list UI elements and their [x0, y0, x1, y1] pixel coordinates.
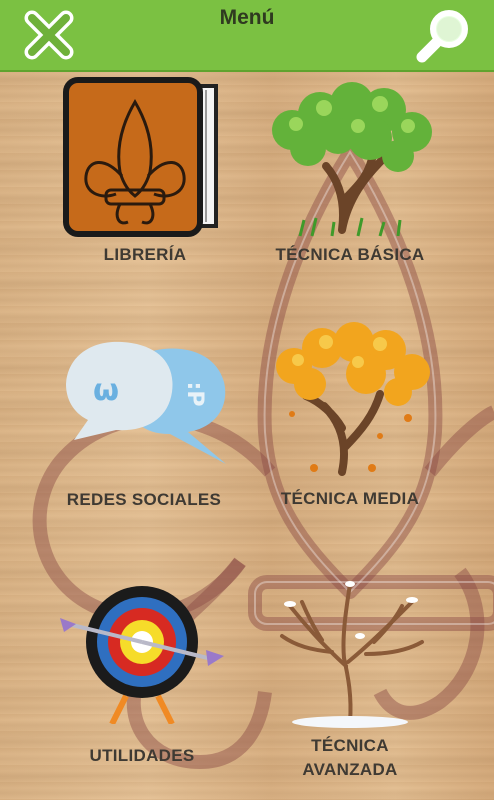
menu-label: UTILIDADES [89, 746, 195, 765]
menu-label-line-1: TÉCNICA [311, 736, 389, 755]
target-icon [60, 586, 224, 724]
menu-item-redes-sociales[interactable]: ω :P REDES SOCIALES [52, 336, 236, 526]
emoticon-tongue: :P [182, 382, 207, 407]
winter-tree-icon [280, 581, 424, 728]
chat-bubbles-icon: ω :P [66, 341, 226, 464]
emoticon-face: ω [93, 373, 119, 408]
search-icon [416, 10, 468, 63]
menu-label: TÉCNICA BÁSICA [275, 245, 425, 264]
book-icon [63, 77, 218, 237]
menu-item-tecnica-media[interactable]: TÉCNICA MEDIA [262, 318, 438, 524]
green-tree-icon [272, 82, 432, 237]
menu-item-tecnica-basica[interactable]: TÉCNICA BÁSICA [262, 76, 438, 276]
menu-item-libreria[interactable]: LIBRERÍA [50, 76, 240, 276]
menu-label-line-2: AVANZADA [302, 760, 398, 779]
menu-label: TÉCNICA MEDIA [280, 489, 420, 508]
menu-label: REDES SOCIALES [66, 490, 222, 509]
menu-item-utilidades[interactable]: UTILIDADES [52, 584, 232, 774]
menu-label: LIBRERÍA [103, 245, 187, 264]
menu-item-tecnica-avanzada[interactable]: TÉCNICA AVANZADA [262, 566, 438, 792]
top-app-bar: Menú [0, 0, 494, 72]
search-button[interactable] [414, 7, 472, 65]
autumn-tree-icon [276, 322, 430, 476]
